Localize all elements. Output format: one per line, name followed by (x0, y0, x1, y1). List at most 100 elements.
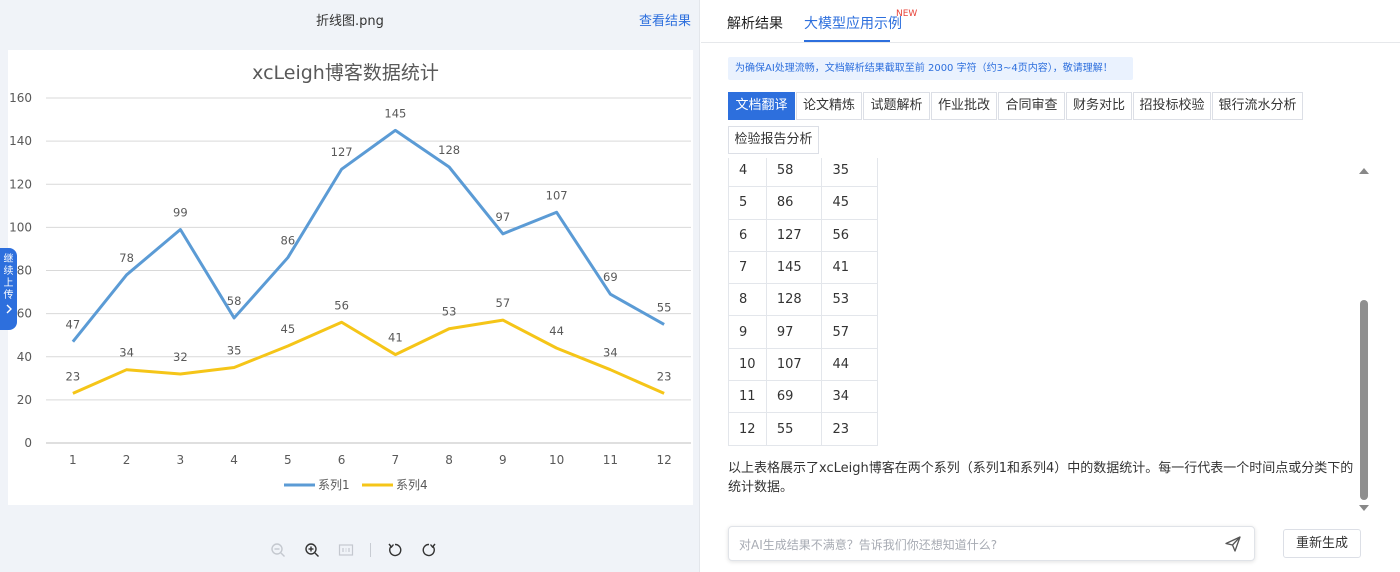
table-cell: 44 (821, 347, 878, 382)
zoom-in-icon[interactable] (302, 540, 322, 560)
data-label: 35 (227, 344, 242, 358)
data-label: 44 (549, 324, 564, 338)
data-label: 23 (657, 369, 672, 383)
file-name: 折线图.png (316, 14, 384, 29)
table-cell: 97 (765, 315, 823, 349)
table-row: 11 69 34 (728, 380, 878, 414)
rotate-right-icon[interactable] (419, 540, 439, 560)
legend-label: 系列1 (318, 478, 350, 492)
data-label: 97 (496, 210, 511, 224)
x-tick-label: 1 (69, 453, 77, 467)
table-cell: 45 (821, 186, 878, 220)
table-cell: 107 (765, 347, 823, 382)
function-button-translate[interactable]: 文档翻译 (728, 92, 795, 120)
y-tick-label: 140 (9, 134, 32, 148)
rotate-left-icon[interactable] (385, 540, 405, 560)
scroll-up-arrow-icon[interactable] (1359, 168, 1369, 174)
data-label: 34 (603, 346, 618, 360)
data-label: 53 (442, 305, 457, 319)
legend-label: 系列4 (396, 478, 428, 492)
continue-upload-tab[interactable]: 继续上传 (0, 248, 17, 330)
function-button-homework-grading[interactable]: 作业批改 (931, 92, 997, 120)
table-cell: 5 (728, 186, 767, 220)
active-tab-underline (804, 40, 890, 42)
table-row: 4 58 35 (728, 158, 878, 188)
regenerate-button[interactable]: 重新生成 (1283, 529, 1361, 558)
summary-text: 以上表格展示了xcLeigh博客在两个系列（系列1和系列4）中的数据统计。每一行… (728, 461, 1354, 495)
table-cell: 7 (728, 250, 767, 285)
x-tick-label: 2 (123, 453, 131, 467)
table-cell: 145 (765, 250, 823, 285)
zoom-out-icon[interactable] (268, 540, 288, 560)
data-label: 99 (173, 206, 188, 220)
tab-parse-result[interactable]: 解析结果 (727, 13, 783, 33)
y-tick-label: 60 (17, 307, 32, 321)
x-tick-label: 6 (338, 453, 346, 467)
series-line (71, 128, 665, 343)
data-label: 86 (281, 234, 296, 248)
data-label: 34 (119, 346, 134, 360)
data-label: 57 (496, 296, 511, 310)
table-cell: 10 (728, 347, 767, 382)
table-cell: 35 (821, 158, 878, 188)
table-cell: 55 (765, 412, 823, 446)
table-cell: 69 (765, 380, 823, 414)
view-result-link[interactable]: 查看结果 (639, 10, 691, 29)
data-label: 47 (66, 318, 81, 332)
data-table: 4 58 35 5 86 45 6 127 56 7 145 41 8 128 53 9 97 57 10 107 44… (728, 158, 878, 446)
function-button-bank-statement[interactable]: 银行流水分析 (1212, 92, 1303, 120)
function-button-finance-compare[interactable]: 财务对比 (1066, 92, 1132, 120)
table-cell: 9 (728, 315, 767, 349)
data-label: 56 (334, 298, 349, 312)
x-tick-label: 9 (499, 453, 507, 467)
data-label: 127 (331, 145, 353, 159)
x-tick-label: 3 (177, 453, 185, 467)
result-panel: 解析结果 大模型应用示例 NEW 为确保AI处理流畅，文档解析结果截取至前 20… (701, 0, 1400, 572)
table-cell: 11 (728, 380, 767, 414)
table-row: 9 97 57 (728, 315, 878, 349)
function-button-report-analysis[interactable]: 检验报告分析 (728, 126, 819, 154)
function-button-bid-check[interactable]: 招投标校验 (1133, 92, 1211, 120)
data-label: 128 (438, 143, 460, 157)
table-cell: 4 (728, 158, 767, 188)
chat-input-box[interactable]: 对AI生成结果不满意？告诉我们你还想知道什么? (728, 526, 1255, 561)
x-tick-label: 5 (284, 453, 292, 467)
data-label: 55 (657, 300, 672, 314)
scroll-down-arrow-icon[interactable] (1359, 505, 1369, 511)
actual-size-icon[interactable] (336, 540, 356, 560)
data-label: 32 (173, 350, 188, 364)
x-tick-label: 7 (392, 453, 400, 467)
function-button-paper-refine[interactable]: 论文精炼 (796, 92, 862, 120)
table-row: 5 86 45 (728, 186, 878, 220)
scrollbar[interactable] (1356, 160, 1372, 520)
data-label: 23 (66, 369, 81, 383)
function-button-contract-review[interactable]: 合同审查 (998, 92, 1065, 120)
table-cell: 12 (728, 412, 767, 446)
table-row: 8 128 53 (728, 283, 878, 317)
result-tabs: 解析结果 大模型应用示例 NEW (701, 0, 1400, 43)
function-button-exam-analysis[interactable]: 试题解析 (863, 92, 930, 120)
new-badge: NEW (896, 9, 918, 19)
table-cell: 8 (728, 283, 767, 317)
x-tick-label: 10 (549, 453, 564, 467)
table-cell: 57 (821, 315, 878, 349)
x-tick-label: 4 (230, 453, 238, 467)
table-row: 6 127 56 (728, 218, 878, 252)
table-cell: 127 (765, 218, 823, 252)
y-tick-label: 120 (9, 177, 32, 191)
table-cell: 34 (821, 380, 878, 414)
data-label: 45 (281, 322, 296, 336)
tab-llm-examples[interactable]: 大模型应用示例 (804, 13, 902, 33)
send-icon[interactable] (1224, 535, 1242, 553)
chat-input-placeholder[interactable]: 对AI生成结果不满意？告诉我们你还想知道什么? (739, 536, 997, 553)
table-cell: 86 (765, 186, 823, 220)
data-label: 69 (603, 270, 618, 284)
scrollbar-thumb[interactable] (1360, 300, 1368, 500)
notice-banner: 为确保AI处理流畅，文档解析结果截取至前 2000 字符（约3~4页内容），敬请… (728, 57, 1133, 80)
x-tick-label: 12 (656, 453, 671, 467)
x-tick-label: 11 (603, 453, 618, 467)
toolbar-divider (370, 543, 371, 557)
data-label: 107 (546, 188, 568, 202)
table-cell: 23 (821, 412, 878, 446)
y-tick-label: 100 (9, 220, 32, 234)
